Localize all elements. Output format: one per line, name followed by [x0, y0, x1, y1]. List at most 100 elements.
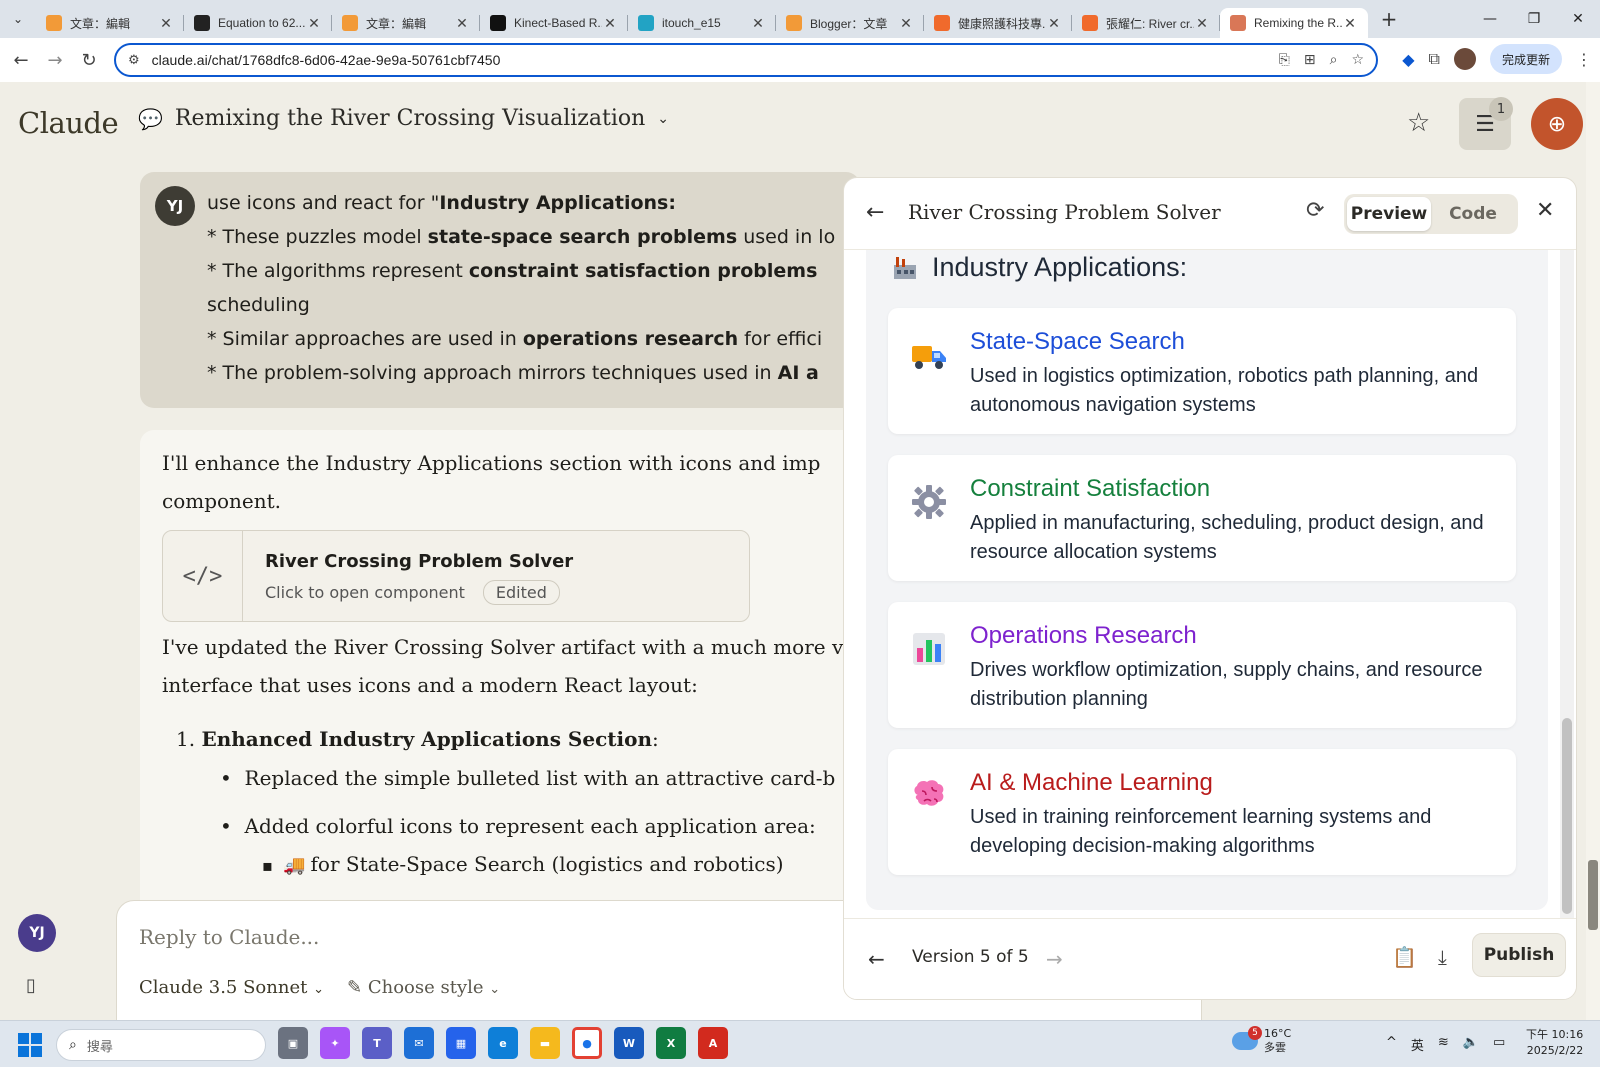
star-icon[interactable]: ☆ — [1407, 108, 1430, 138]
close-tab-icon[interactable]: ✕ — [1342, 15, 1358, 32]
model-selector[interactable]: Claude 3.5 Sonnet ⌄ — [139, 977, 324, 998]
update-button[interactable]: 完成更新 — [1489, 44, 1562, 74]
browser-tab[interactable]: itouch_e15 ✕ — [628, 8, 776, 38]
clock[interactable]: 下午 10:16 2025/2/22 — [1526, 1027, 1583, 1059]
store-icon[interactable]: ▦ — [446, 1027, 476, 1059]
file-explorer-icon[interactable]: ▬ — [530, 1027, 560, 1059]
browser-toolbar: ← → ↻ ⚙ claude.ai/chat/1768dfc8-6d06-42a… — [0, 38, 1600, 82]
style-selector[interactable]: ✎ Choose style ⌄ — [347, 977, 500, 998]
download-icon[interactable]: ⤓ — [1438, 945, 1447, 969]
ime-indicator[interactable]: 英 — [1411, 1035, 1424, 1054]
weather-widget[interactable]: 5 16°C 多雲 — [1232, 1026, 1291, 1055]
sidebar-user-avatar[interactable]: YJ — [18, 914, 56, 952]
truck-icon: 🚚 — [283, 855, 306, 876]
reload-icon[interactable]: ↻ — [72, 43, 106, 77]
tab-code[interactable]: Code — [1431, 197, 1515, 231]
battery-icon[interactable]: ▭ — [1493, 1035, 1505, 1054]
blogger-icon — [46, 15, 62, 31]
back-icon[interactable]: ← — [4, 43, 38, 77]
browser-tab[interactable]: Blogger：文章 ✕ — [776, 8, 924, 38]
user-message-line: use icons and react for "Industry Applic… — [207, 186, 860, 220]
tab-preview[interactable]: Preview — [1347, 197, 1431, 231]
browser-tab[interactable]: 文章：編輯 ✕ — [36, 8, 184, 38]
artifact-scrollbar[interactable] — [1560, 250, 1574, 980]
artifact-card[interactable]: </> River Crossing Problem Solver Click … — [162, 530, 750, 622]
address-bar[interactable]: ⚙ claude.ai/chat/1768dfc8-6d06-42ae-9e9a… — [114, 43, 1378, 77]
tab-search-chevron-icon[interactable]: ⌄ — [0, 0, 36, 38]
page-scrollbar[interactable] — [1586, 82, 1600, 1020]
windows-start-icon[interactable] — [18, 1033, 42, 1057]
tab-title: 文章：編輯 — [70, 16, 131, 31]
acrobat-icon[interactable]: A — [698, 1027, 728, 1059]
tray-overflow-icon[interactable]: ^ — [1386, 1035, 1397, 1054]
zoom-icon[interactable]: ⌕ — [1330, 52, 1338, 68]
chrome-icon[interactable]: ● — [572, 1027, 602, 1059]
close-window-icon[interactable]: ✕ — [1556, 0, 1600, 38]
chevron-down-icon: ⌄ — [313, 982, 324, 997]
claude-logo[interactable]: Claude — [18, 106, 119, 140]
browser-tab[interactable]: 健康照護科技專... ✕ — [924, 8, 1072, 38]
forward-icon[interactable]: → — [38, 43, 72, 77]
extensions-puzzle-icon[interactable]: ⧉ — [1429, 49, 1440, 69]
chevron-down-icon: ⌄ — [489, 982, 501, 997]
close-tab-icon[interactable]: ✕ — [1046, 15, 1062, 32]
taskbar-search[interactable]: ⌕ 搜尋 — [56, 1029, 266, 1061]
browser-tab[interactable]: Remixing the R... ✕ — [1220, 8, 1368, 38]
kebab-menu-icon[interactable]: ⋮ — [1576, 50, 1592, 69]
page-scrollbar-thumb[interactable] — [1588, 860, 1598, 930]
refresh-icon[interactable]: ⟳ — [1306, 198, 1324, 223]
close-icon[interactable]: ✕ — [1536, 198, 1554, 223]
excel-icon[interactable]: X — [656, 1027, 686, 1059]
new-chat-icon[interactable]: ⊕ — [1531, 98, 1583, 150]
reply-input[interactable]: Reply to Claude... — [139, 925, 319, 949]
volume-icon[interactable]: 🔈 — [1463, 1035, 1479, 1054]
scrollbar-thumb[interactable] — [1562, 718, 1572, 914]
close-tab-icon[interactable]: ✕ — [750, 15, 766, 32]
user-line-pre: use icons and react for " — [207, 192, 440, 214]
taskbar-search-placeholder: 搜尋 — [86, 1039, 113, 1055]
new-tab-button[interactable]: + — [1374, 4, 1404, 34]
chevron-down-icon: ⌄ — [657, 110, 670, 127]
translate-icon[interactable]: ⊞ — [1304, 52, 1316, 68]
application-card: State-Space Search Used in logistics opti… — [888, 308, 1516, 434]
word-icon[interactable]: W — [614, 1027, 644, 1059]
publish-button[interactable]: Publish — [1472, 933, 1566, 977]
mail-icon[interactable]: ✉ — [404, 1027, 434, 1059]
sidebar-toggle-icon[interactable]: ▯ — [26, 975, 36, 996]
wifi-icon[interactable]: ≋ — [1438, 1035, 1449, 1054]
minimize-icon[interactable]: — — [1468, 0, 1512, 38]
close-tab-icon[interactable]: ✕ — [602, 15, 618, 32]
edge-icon[interactable]: e — [488, 1027, 518, 1059]
site-info-icon[interactable]: ⚙ — [128, 53, 140, 68]
artifact-card-title: River Crossing Problem Solver — [265, 551, 574, 572]
user-line-bold: Industry Applications: — [439, 192, 676, 214]
user-line-bold: state-space search problems — [427, 226, 738, 248]
user-line-pre: scheduling — [207, 294, 310, 316]
copilot-icon[interactable]: ✦ — [320, 1027, 350, 1059]
edited-badge: Edited — [482, 580, 560, 605]
teams-icon[interactable]: T — [362, 1027, 392, 1059]
next-version-icon[interactable]: → — [1046, 947, 1063, 971]
prev-version-icon[interactable]: ← — [868, 947, 885, 971]
close-tab-icon[interactable]: ✕ — [1194, 15, 1210, 32]
copy-icon[interactable]: 📋 — [1392, 945, 1417, 969]
browser-tab[interactable]: Kinect-Based R... ✕ — [480, 8, 628, 38]
task-view-icon[interactable]: ▣ — [278, 1027, 308, 1059]
user-message-line: * Similar approaches are used in operati… — [207, 322, 860, 356]
conversation-title-button[interactable]: 💬 Remixing the River Crossing Visualizat… — [138, 106, 669, 131]
profile-avatar[interactable] — [1453, 48, 1476, 70]
bookmark-star-icon[interactable]: ☆ — [1351, 52, 1364, 68]
extension-gem-icon[interactable]: ◆ — [1402, 50, 1414, 69]
browser-tab[interactable]: Equation to 62... ✕ — [184, 8, 332, 38]
close-tab-icon[interactable]: ✕ — [454, 15, 470, 32]
close-tab-icon[interactable]: ✕ — [306, 15, 322, 32]
list-item: • Added colorful icons to represent each… — [220, 814, 816, 838]
user-line-post: for effici — [738, 328, 823, 350]
close-tab-icon[interactable]: ✕ — [158, 15, 174, 32]
close-tab-icon[interactable]: ✕ — [898, 15, 914, 32]
maximize-icon[interactable]: ❐ — [1512, 0, 1556, 38]
browser-tab[interactable]: 張耀仁: River cr... ✕ — [1072, 8, 1220, 38]
back-arrow-icon[interactable]: ← — [866, 200, 884, 225]
install-app-icon[interactable]: ⎘ — [1279, 52, 1290, 68]
browser-tab[interactable]: 文章：編輯 ✕ — [332, 8, 480, 38]
